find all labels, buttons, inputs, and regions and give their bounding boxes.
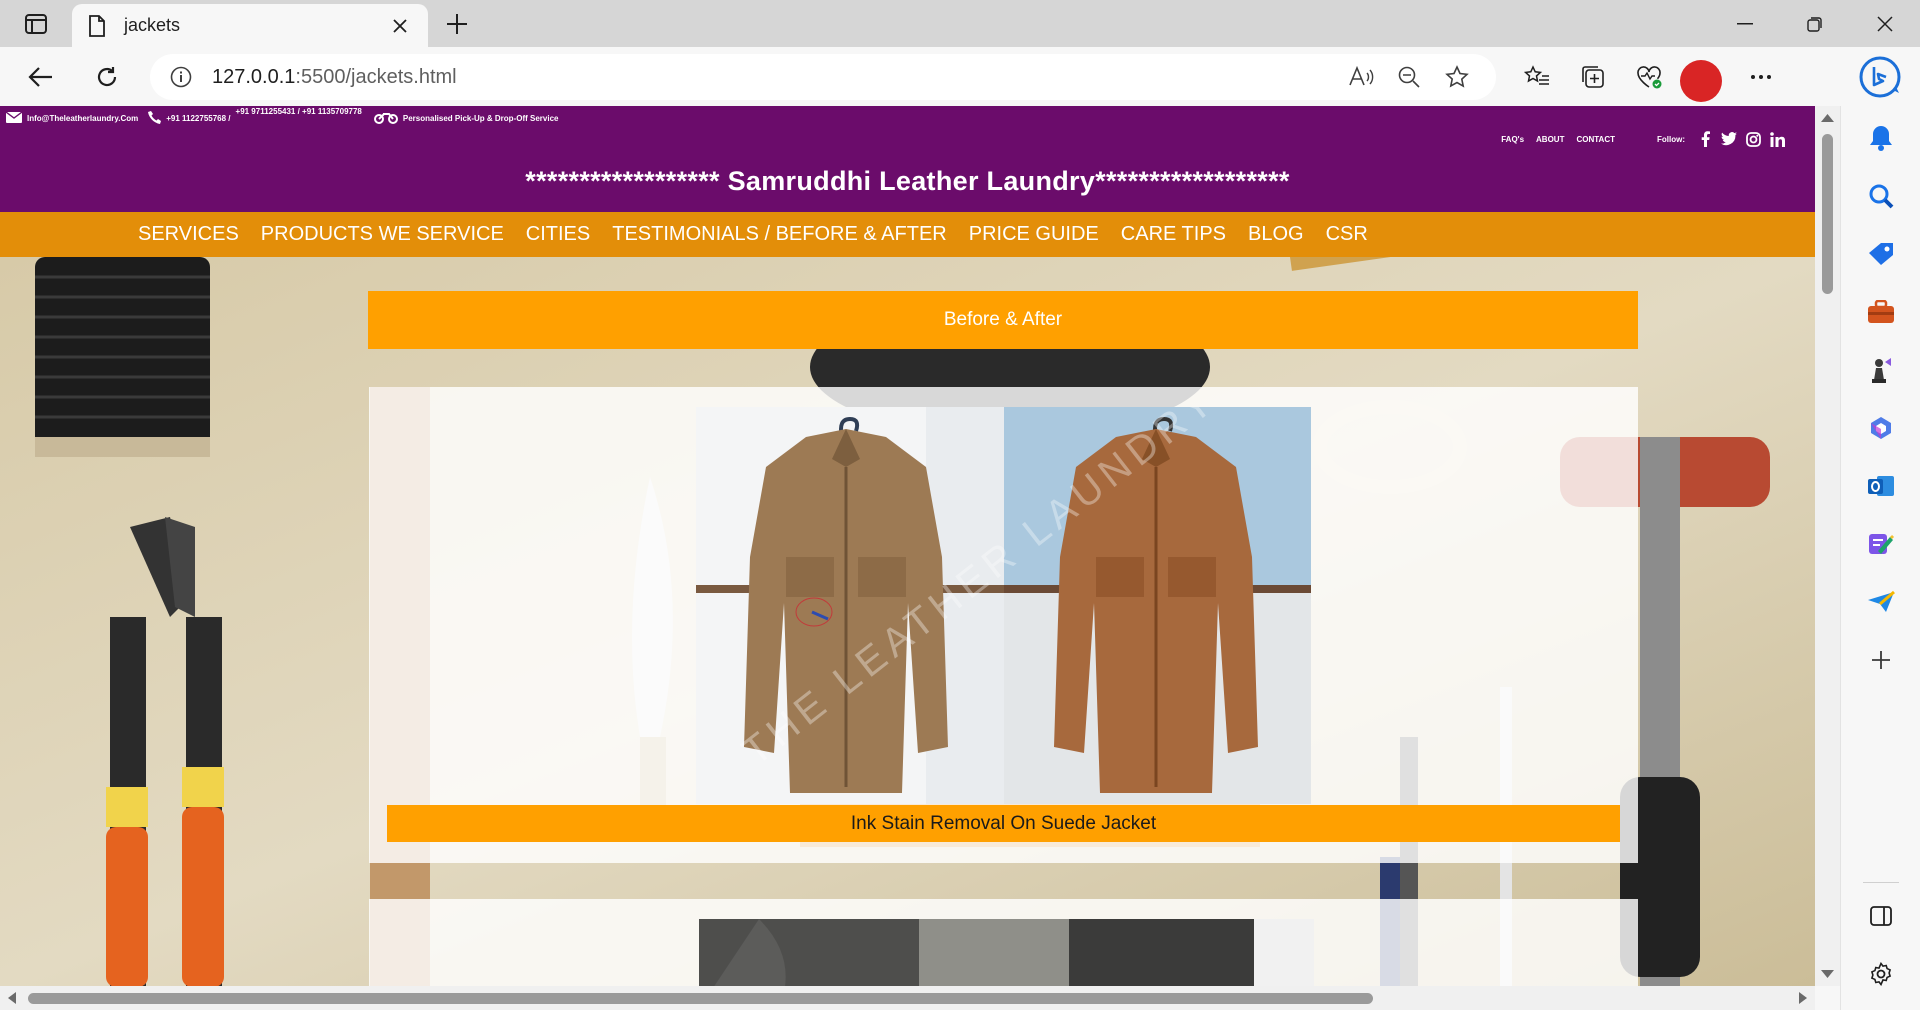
favorites-icon[interactable] — [1516, 56, 1558, 98]
site-brand-title[interactable]: ****************** Samruddhi Leather Lau… — [0, 166, 1815, 197]
horizontal-scrollbar[interactable] — [0, 986, 1815, 1010]
shopping-tag-icon[interactable] — [1863, 236, 1899, 272]
url-text[interactable]: 127.0.0.1:5500/jackets.html — [212, 66, 1348, 89]
outlook-icon[interactable] — [1863, 468, 1899, 504]
follow-label: Follow: — [1657, 134, 1685, 144]
hide-sidebar-icon[interactable] — [1863, 898, 1899, 934]
nav-services[interactable]: SERVICES — [138, 223, 239, 246]
search-icon[interactable] — [1863, 178, 1899, 214]
vertical-scrollbar[interactable] — [1815, 106, 1840, 986]
nav-testimonials[interactable]: TESTIMONIALS / BEFORE & AFTER — [612, 223, 947, 246]
profile-avatar[interactable] — [1680, 56, 1726, 102]
twitter-icon[interactable] — [1721, 131, 1737, 147]
back-icon[interactable] — [22, 58, 60, 96]
tools-briefcase-icon[interactable] — [1863, 294, 1899, 330]
notifications-bell-icon[interactable] — [1863, 120, 1899, 156]
browser-essentials-icon[interactable] — [1628, 56, 1670, 98]
linkedin-icon[interactable] — [1769, 131, 1785, 147]
address-bar[interactable]: 127.0.0.1:5500/jackets.html — [150, 54, 1496, 100]
more-options-icon[interactable] — [1740, 56, 1782, 98]
browser-toolbar: 127.0.0.1:5500/jackets.html — [0, 47, 1920, 106]
email-icon — [5, 110, 23, 125]
pickup-service-text: Personalised Pick-Up & Drop-Off Service — [402, 113, 559, 123]
site-info-icon[interactable] — [150, 66, 212, 88]
before-after-heading: Before & After — [368, 291, 1638, 349]
contact-phone-1[interactable]: +91 1122755768 / — [166, 114, 230, 123]
scroll-down-icon[interactable] — [1815, 964, 1840, 984]
faq-link[interactable]: FAQ's — [1501, 135, 1524, 144]
phone-icon — [148, 110, 162, 126]
add-sidebar-app-icon[interactable] — [1863, 642, 1899, 678]
microsoft-365-icon[interactable] — [1863, 410, 1899, 446]
nav-price-guide[interactable]: PRICE GUIDE — [969, 223, 1099, 246]
edge-sidebar — [1840, 106, 1920, 1010]
read-aloud-icon[interactable] — [1348, 64, 1374, 90]
nav-products[interactable]: PRODUCTS WE SERVICE — [261, 223, 504, 246]
settings-gear-icon[interactable] — [1863, 956, 1899, 992]
jacket-image-2 — [699, 919, 1314, 986]
zoom-icon[interactable] — [1396, 64, 1422, 90]
favorite-star-icon[interactable] — [1444, 64, 1470, 90]
instagram-icon[interactable] — [1745, 131, 1761, 147]
before-after-card-2 — [369, 899, 1638, 986]
collections-icon[interactable] — [1572, 56, 1614, 98]
send-paper-plane-icon[interactable] — [1863, 584, 1899, 620]
page-viewport: Info@Theleatherlaundry.Com +91 112275576… — [0, 106, 1815, 986]
tab-actions-icon[interactable] — [14, 10, 58, 38]
bing-copilot-icon[interactable] — [1856, 53, 1904, 101]
refresh-icon[interactable] — [88, 58, 126, 96]
vertical-scroll-thumb[interactable] — [1822, 134, 1833, 294]
new-tab-icon[interactable] — [440, 10, 474, 38]
close-window-icon[interactable] — [1850, 0, 1920, 47]
motorcycle-icon — [373, 110, 398, 126]
scroll-up-icon[interactable] — [1815, 108, 1840, 128]
before-after-caption: Ink Stain Removal On Suede Jacket — [387, 805, 1620, 842]
minimize-icon[interactable] — [1710, 0, 1780, 47]
about-link[interactable]: ABOUT — [1536, 135, 1564, 144]
sidebar-divider — [1863, 882, 1899, 883]
tab-jackets[interactable]: jackets — [72, 4, 428, 47]
main-nav: SERVICES PRODUCTS WE SERVICE CITIES TEST… — [0, 212, 1815, 257]
nav-csr[interactable]: CSR — [1326, 223, 1368, 246]
restore-icon[interactable] — [1780, 0, 1850, 47]
horizontal-scroll-thumb[interactable] — [28, 993, 1373, 1004]
games-chess-icon[interactable] — [1863, 352, 1899, 388]
contact-email[interactable]: Info@Theleatherlaundry.Com — [27, 114, 138, 123]
nav-care-tips[interactable]: CARE TIPS — [1121, 223, 1226, 246]
site-topbar: Info@Theleatherlaundry.Com +91 112275576… — [0, 106, 1815, 212]
page-icon — [88, 14, 106, 37]
before-after-card: THE LEATHER LAUNDRY Ink Stain Removal On… — [369, 377, 1638, 863]
notification-dot — [1680, 60, 1722, 102]
nav-blog[interactable]: BLOG — [1248, 223, 1304, 246]
scroll-right-icon[interactable] — [1793, 986, 1813, 1010]
scroll-left-icon[interactable] — [2, 986, 22, 1010]
facebook-icon[interactable] — [1697, 131, 1713, 147]
tab-strip: jackets — [0, 0, 1920, 47]
contact-phone-2[interactable]: +91 9711255431 / +91 1135709778 — [236, 107, 362, 116]
jacket-before-after-image: THE LEATHER LAUNDRY — [696, 377, 1311, 804]
nav-cities[interactable]: CITIES — [526, 223, 590, 246]
contact-link[interactable]: CONTACT — [1576, 135, 1615, 144]
tab-title: jackets — [124, 15, 181, 35]
designer-icon[interactable] — [1863, 526, 1899, 562]
close-tab-icon[interactable] — [388, 14, 412, 38]
